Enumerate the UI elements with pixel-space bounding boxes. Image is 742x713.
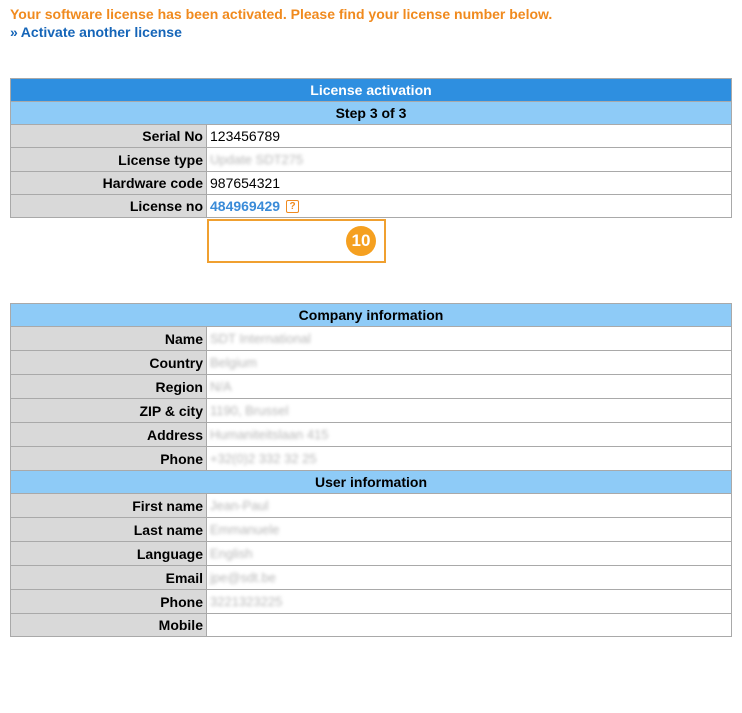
language-label: Language [10, 541, 207, 566]
serial-no-value: 123456789 [206, 124, 732, 148]
license-type-value: Update SDT275 [210, 152, 304, 167]
country-value: Belgium [210, 355, 257, 370]
table-row: ZIP & city 1190, Brussel [10, 398, 732, 423]
mobile-label: Mobile [10, 613, 207, 637]
customer-info-table: Company information Name SDT Internation… [10, 303, 732, 637]
activation-success-message: Your software license has been activated… [10, 6, 553, 22]
region-value: N/A [210, 379, 232, 394]
address-label: Address [10, 422, 207, 447]
table-row: Phone +32(0)2 332 32 25 [10, 446, 732, 471]
last-name-label: Last name [10, 517, 207, 542]
table-row: Country Belgium [10, 350, 732, 375]
activate-another-license-label: Activate another license [20, 24, 182, 40]
language-value: English [210, 546, 253, 561]
table-row: Address Humaniteitslaan 415 [10, 422, 732, 447]
company-information-header: Company information [10, 303, 732, 327]
serial-no-label: Serial No [10, 124, 207, 148]
license-type-label: License type [10, 147, 207, 172]
table-row: Phone 3221323225 [10, 589, 732, 614]
company-name-label: Name [10, 326, 207, 351]
company-name-value: SDT International [210, 331, 311, 346]
license-activation-title: License activation [10, 78, 732, 102]
table-row: License no 484969429? [10, 194, 732, 218]
last-name-value: Emmanuele [210, 522, 280, 537]
table-row: Serial No 123456789 [10, 124, 732, 148]
table-row: Name SDT International [10, 326, 732, 351]
help-icon[interactable]: ? [286, 199, 300, 213]
table-row: Region N/A [10, 374, 732, 399]
license-no-label: License no [10, 194, 207, 218]
table-row: Mobile [10, 613, 732, 637]
country-label: Country [10, 350, 207, 375]
table-row: Hardware code 987654321 [10, 171, 732, 195]
user-information-header: User information [10, 470, 732, 494]
mobile-value [206, 613, 732, 637]
table-row: Last name Emmanuele [10, 517, 732, 542]
company-phone-value: +32(0)2 332 32 25 [210, 451, 317, 466]
hardware-code-value: 987654321 [206, 171, 732, 195]
license-activation-table: License activation Step 3 of 3 Serial No… [10, 78, 732, 218]
hardware-code-label: Hardware code [10, 171, 207, 195]
zip-city-value: 1190, Brussel [210, 403, 289, 418]
table-row: License type Update SDT275 [10, 147, 732, 172]
user-phone-label: Phone [10, 589, 207, 614]
table-row: First name Jean-Paul [10, 493, 732, 518]
license-no-value: 484969429 [210, 198, 281, 214]
first-name-value: Jean-Paul [210, 498, 269, 513]
activate-another-license-link[interactable]: » Activate another license [10, 24, 182, 41]
email-value: jpe@sdt.be [210, 570, 276, 585]
zip-city-label: ZIP & city [10, 398, 207, 423]
user-phone-value: 3221323225 [210, 594, 283, 609]
callout-badge: 10 [346, 226, 376, 256]
company-phone-label: Phone [10, 446, 207, 471]
table-row: Email jpe@sdt.be [10, 565, 732, 590]
step-indicator: Step 3 of 3 [10, 101, 732, 125]
address-value: Humaniteitslaan 415 [210, 427, 329, 442]
email-label: Email [10, 565, 207, 590]
first-name-label: First name [10, 493, 207, 518]
region-label: Region [10, 374, 207, 399]
raquo-icon: » [10, 24, 18, 40]
table-row: Language English [10, 541, 732, 566]
